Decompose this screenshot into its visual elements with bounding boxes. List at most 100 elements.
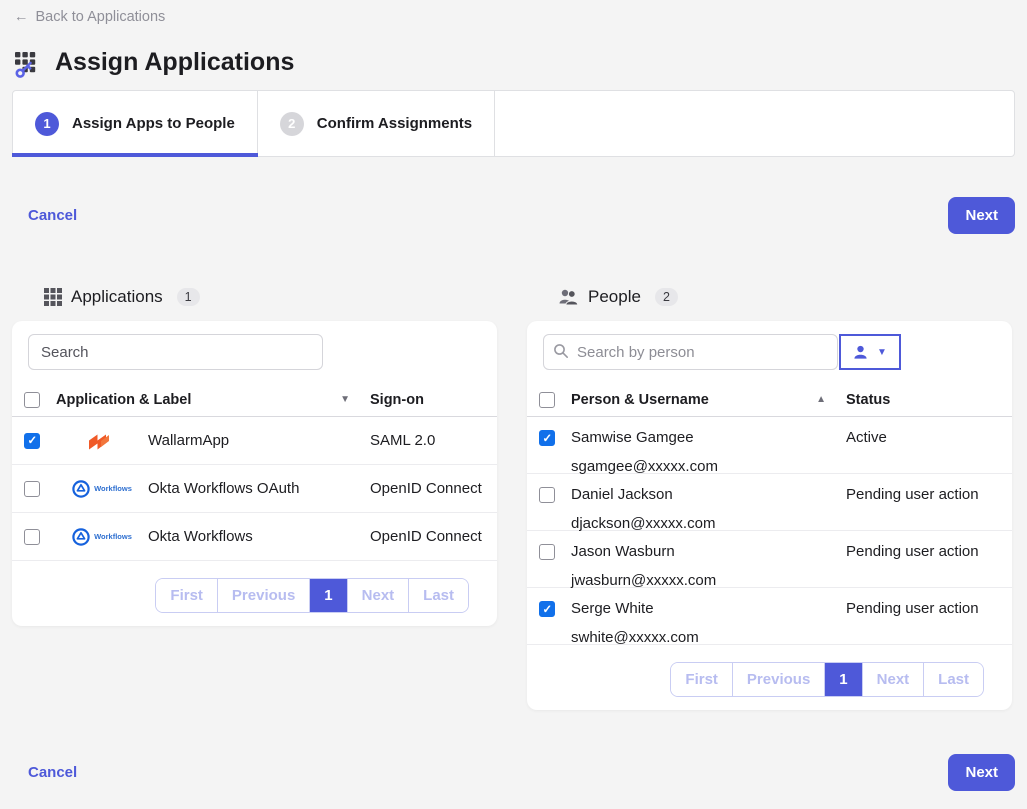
pagination-page-1-button[interactable]: 1 <box>824 663 861 696</box>
application-name: Okta Workflows OAuth <box>148 480 370 497</box>
tab-bar-spacer <box>495 91 1014 156</box>
row-checkbox[interactable] <box>24 433 40 449</box>
tab-assign-apps-to-people[interactable]: 1 Assign Apps to People <box>13 91 258 156</box>
wizard-tab-bar: 1 Assign Apps to People 2 Confirm Assign… <box>12 90 1015 157</box>
application-name: Okta Workflows <box>148 528 370 545</box>
person-row-serge-white: Serge White swhite@xxxxx.com Pending use… <box>527 588 1012 645</box>
application-row-okta-workflows: Workflows Okta Workflows OpenID Connect <box>12 513 497 561</box>
person-name: Jason Wasburn <box>571 543 675 560</box>
person-row-samwise-gamgee: Samwise Gamgee sgamgee@xxxxx.com Active <box>527 417 1012 474</box>
applications-select-all-checkbox[interactable] <box>24 392 40 408</box>
people-filter-dropdown[interactable]: ▼ <box>839 334 901 370</box>
tab-2-label: Confirm Assignments <box>317 115 472 132</box>
application-signon: OpenID Connect <box>370 528 497 545</box>
sort-asc-icon: ▲ <box>816 394 846 405</box>
okta-workflows-logo: Workflows <box>56 480 148 498</box>
pagination-next-button[interactable]: Next <box>347 579 409 612</box>
people-col-main-label: Person & Username <box>571 392 709 408</box>
applications-card: Application & Label ▼ Sign-on WallarmApp <box>12 321 497 626</box>
cancel-link-top[interactable]: Cancel <box>28 207 77 224</box>
chevron-down-icon: ▼ <box>877 347 887 358</box>
tab-1-label: Assign Apps to People <box>72 115 235 132</box>
person-username: swhite@xxxxx.com <box>571 624 846 653</box>
row-checkbox[interactable] <box>539 487 555 503</box>
person-status: Pending user action <box>846 474 1012 510</box>
people-panel-title: People <box>588 287 641 307</box>
page-title: Assign Applications <box>55 48 294 77</box>
row-checkbox[interactable] <box>539 544 555 560</box>
workflows-logo-text: Workflows <box>94 532 132 541</box>
people-col-status-header: Status <box>846 392 1012 408</box>
people-count-badge: 2 <box>655 288 678 306</box>
applications-col-main-header[interactable]: Application & Label ▼ <box>56 392 370 408</box>
people-card: ▼ Person & Username ▲ Status Samwise Gam… <box>527 321 1012 710</box>
search-icon <box>553 343 569 359</box>
row-checkbox[interactable] <box>24 529 40 545</box>
page-title-row: Assign Applications <box>14 48 1013 77</box>
pagination-next-button[interactable]: Next <box>862 663 924 696</box>
applications-panel-title: Applications <box>71 287 163 307</box>
pagination-first-button[interactable]: First <box>671 663 732 696</box>
bottom-action-row: Cancel Next <box>12 754 1015 791</box>
application-name: WallarmApp <box>148 432 370 449</box>
application-signon: SAML 2.0 <box>370 432 497 449</box>
applications-grid-icon <box>44 288 62 306</box>
people-search-row: ▼ <box>527 321 1012 383</box>
person-status: Pending user action <box>846 531 1012 567</box>
application-signon: OpenID Connect <box>370 480 497 497</box>
application-row-okta-workflows-oauth: Workflows Okta Workflows OAuth OpenID Co… <box>12 465 497 513</box>
person-row-daniel-jackson: Daniel Jackson djackson@xxxxx.com Pendin… <box>527 474 1012 531</box>
person-status: Active <box>846 417 1012 453</box>
applications-panel: Applications 1 Application & Label ▼ Sig… <box>12 286 497 626</box>
applications-search-row <box>12 321 497 383</box>
step-2-circle: 2 <box>280 112 304 136</box>
applications-pagination: First Previous 1 Next Last <box>12 561 497 626</box>
back-to-applications-link[interactable]: ← Back to Applications <box>12 0 167 25</box>
okta-workflows-logo: Workflows <box>56 528 148 546</box>
top-action-row: Cancel Next <box>12 197 1015 234</box>
step-1-circle: 1 <box>35 112 59 136</box>
assign-app-key-icon <box>14 51 44 79</box>
person-name: Daniel Jackson <box>571 486 673 503</box>
applications-panel-header: Applications 1 <box>12 286 497 308</box>
panels-row: Applications 1 Application & Label ▼ Sig… <box>12 286 1015 710</box>
sort-desc-icon: ▼ <box>340 394 370 405</box>
next-button-top[interactable]: Next <box>948 197 1015 234</box>
pagination-previous-button[interactable]: Previous <box>732 663 824 696</box>
row-checkbox[interactable] <box>539 601 555 617</box>
row-checkbox[interactable] <box>539 430 555 446</box>
people-icon <box>559 289 579 306</box>
pagination-last-button[interactable]: Last <box>408 579 468 612</box>
pagination-previous-button[interactable]: Previous <box>217 579 309 612</box>
next-button-bottom[interactable]: Next <box>948 754 1015 791</box>
person-row-jason-wasburn: Jason Wasburn jwasburn@xxxxx.com Pending… <box>527 531 1012 588</box>
row-checkbox[interactable] <box>24 481 40 497</box>
pagination-page-1-button[interactable]: 1 <box>309 579 346 612</box>
applications-table-header: Application & Label ▼ Sign-on <box>12 383 497 417</box>
person-status: Pending user action <box>846 588 1012 624</box>
wallarm-logo <box>56 432 148 450</box>
people-col-main-header[interactable]: Person & Username ▲ <box>571 392 846 408</box>
person-filter-icon <box>853 345 868 360</box>
applications-count-badge: 1 <box>177 288 200 306</box>
people-search-input[interactable] <box>543 334 838 370</box>
people-panel: People 2 <box>527 286 1012 710</box>
people-panel-header: People 2 <box>527 286 1012 308</box>
pagination-first-button[interactable]: First <box>156 579 217 612</box>
back-link-label: Back to Applications <box>36 9 166 25</box>
tab-confirm-assignments[interactable]: 2 Confirm Assignments <box>258 91 495 156</box>
assign-applications-page: ← Back to Applications Assign Applicatio… <box>0 0 1027 791</box>
applications-col-main-label: Application & Label <box>56 392 191 408</box>
person-name: Serge White <box>571 600 654 617</box>
people-select-all-checkbox[interactable] <box>539 392 555 408</box>
pagination-last-button[interactable]: Last <box>923 663 983 696</box>
application-row-wallarmapp: WallarmApp SAML 2.0 <box>12 417 497 465</box>
people-pagination: First Previous 1 Next Last <box>527 645 1012 710</box>
back-arrow-icon: ← <box>14 9 29 25</box>
cancel-link-bottom[interactable]: Cancel <box>28 764 77 781</box>
person-name: Samwise Gamgee <box>571 429 694 446</box>
applications-search-input[interactable] <box>28 334 323 370</box>
workflows-logo-text: Workflows <box>94 484 132 493</box>
applications-col-signon-header: Sign-on <box>370 392 497 408</box>
people-table-header: Person & Username ▲ Status <box>527 383 1012 417</box>
